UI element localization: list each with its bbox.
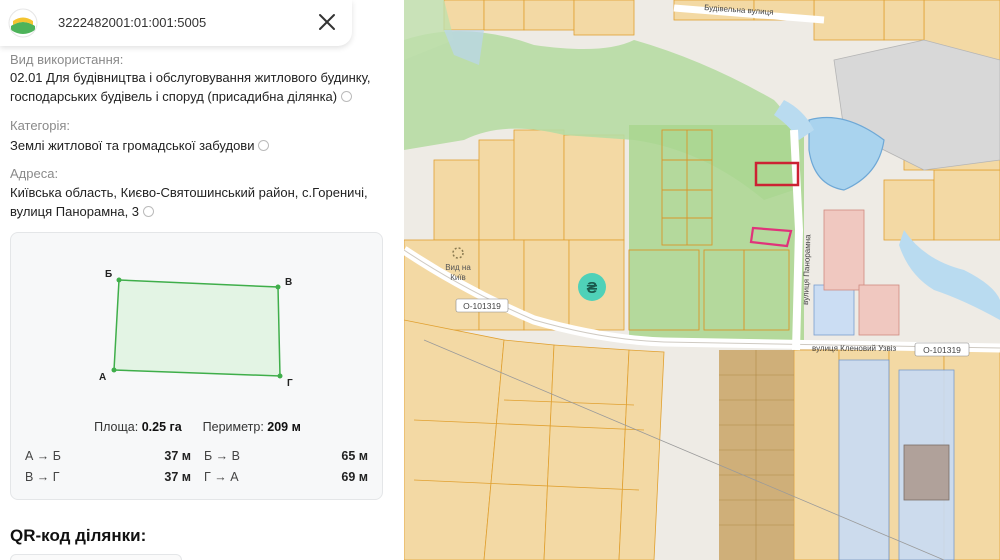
usage-label: Вид використання: bbox=[10, 52, 124, 67]
segment-value: 37 м bbox=[164, 470, 191, 484]
area-perimeter-line: Площа: 0.25 га Периметр: 209 м bbox=[11, 420, 384, 434]
address-line-1: Київська область, Києво-Святошинський ра… bbox=[10, 185, 368, 200]
panel-header: 3222482001:01:001:5005 bbox=[0, 0, 352, 46]
vertex-label-b: Б bbox=[105, 269, 112, 280]
qr-title: QR-код ділянки: bbox=[10, 526, 147, 545]
poi-label-line-2: Київ bbox=[450, 273, 466, 282]
vertex-a bbox=[111, 367, 117, 373]
road-code-label: О-101319 bbox=[463, 301, 501, 311]
map-canvas[interactable]: ₴ Вид на Київ О-101319 О-101319 Будівель… bbox=[404, 0, 1000, 560]
parcel-shape-card: Б В А Г Площа: 0.25 га Периметр: 209 м А… bbox=[10, 232, 383, 500]
category-value: Землі житлової та громадської забудови bbox=[10, 138, 255, 153]
category-label: Категорія: bbox=[10, 118, 71, 133]
usage-line-1: 02.01 Для будівництва і обслуговування ж… bbox=[10, 70, 371, 85]
cadastral-map[interactable]: ₴ Вид на Київ О-101319 О-101319 Будівель… bbox=[404, 0, 1000, 560]
vertex-label-g: Г bbox=[287, 378, 293, 389]
info-icon[interactable] bbox=[258, 140, 270, 152]
segment-name: А → Б bbox=[25, 449, 61, 463]
vertex-label-v: В bbox=[285, 277, 292, 288]
address-label: Адреса: bbox=[10, 166, 59, 181]
perimeter-value: 209 м bbox=[267, 420, 301, 434]
segment-name: Г → А bbox=[204, 470, 239, 484]
info-icon[interactable] bbox=[341, 91, 353, 103]
perimeter-label: Периметр: bbox=[202, 420, 264, 434]
parcel-info-panel: 3222482001:01:001:5005 Вид використання:… bbox=[0, 0, 404, 560]
category-value-row: Землі житлової та громадської забудови bbox=[10, 136, 390, 155]
segment-name: Б → В bbox=[204, 449, 240, 463]
vertex-v bbox=[275, 284, 281, 290]
poi-label-line-1: Вид на bbox=[445, 263, 471, 272]
vertex-g bbox=[277, 373, 283, 379]
vertex-b bbox=[116, 277, 122, 283]
area-value: 0.25 га bbox=[141, 420, 182, 434]
parcel-polygon bbox=[113, 279, 281, 377]
close-icon[interactable] bbox=[313, 8, 341, 36]
qr-code-card[interactable] bbox=[10, 554, 182, 560]
road-code-label: О-101319 bbox=[923, 345, 961, 355]
vertex-label-a: А bbox=[99, 372, 106, 383]
address-value: Київська область, Києво-Святошинський ра… bbox=[10, 183, 390, 221]
info-icon[interactable] bbox=[143, 206, 155, 218]
segment-name: В → Г bbox=[25, 470, 60, 484]
price-marker-icon: ₴ bbox=[587, 280, 598, 297]
street-label-klenovyi: вулиця Кленовий Узвіз bbox=[812, 344, 897, 353]
cadastral-number: 3222482001:01:001:5005 bbox=[58, 15, 207, 30]
segment-value: 65 м bbox=[341, 449, 368, 463]
address-line-2: вулиця Панорамна, 3 bbox=[10, 204, 140, 219]
building-block bbox=[903, 444, 950, 501]
hatched-zone bbox=[719, 350, 794, 560]
segment-value: 69 м bbox=[341, 470, 368, 484]
usage-value: 02.01 Для будівництва і обслуговування ж… bbox=[10, 68, 390, 106]
app-logo-icon bbox=[8, 8, 38, 38]
segment-value: 37 м bbox=[164, 449, 191, 463]
area-label: Площа: bbox=[94, 420, 139, 434]
usage-line-2: господарських будівель і споруд (присади… bbox=[10, 89, 338, 104]
